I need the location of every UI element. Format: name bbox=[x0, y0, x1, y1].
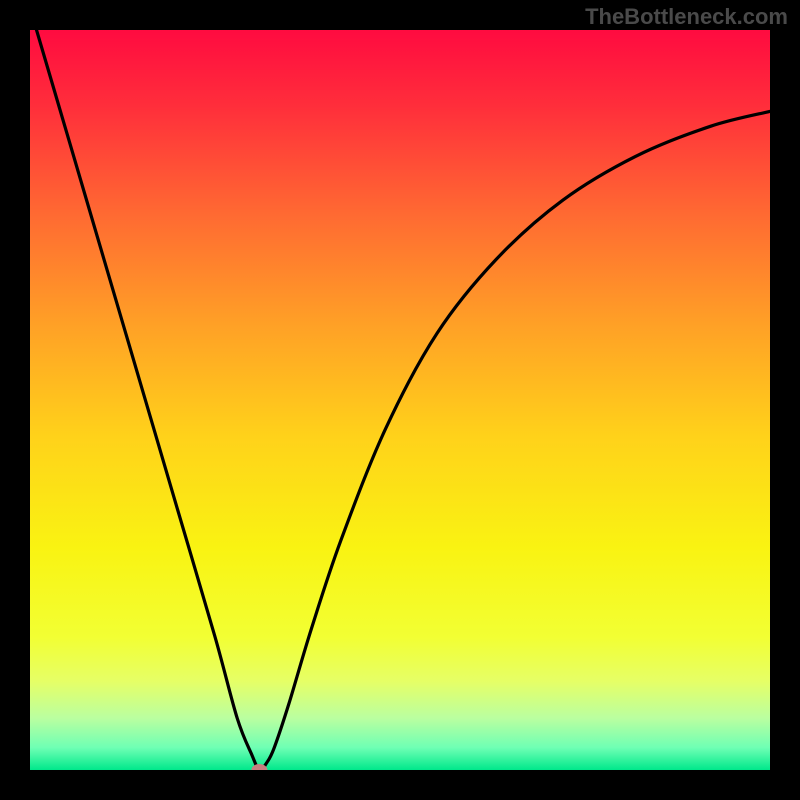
chart-frame: TheBottleneck.com bbox=[0, 0, 800, 800]
bottleneck-chart bbox=[0, 0, 800, 800]
watermark-text: TheBottleneck.com bbox=[585, 4, 788, 30]
optimum-marker bbox=[251, 764, 267, 776]
